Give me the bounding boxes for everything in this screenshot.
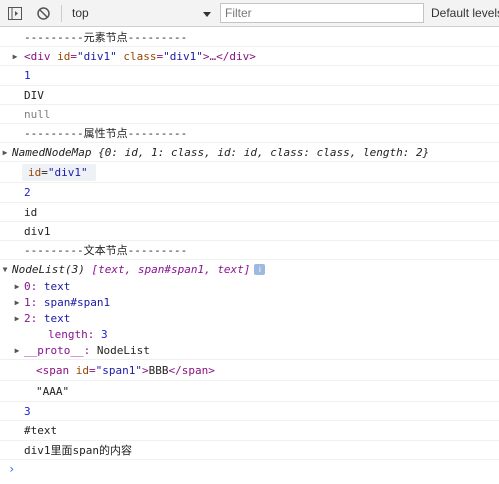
console-message: ▼ NodeList(3) [text, span#span1, text] i bbox=[0, 260, 499, 279]
log-text: id bbox=[24, 205, 38, 219]
console-message: 3 bbox=[0, 402, 499, 422]
log-text: #text bbox=[24, 424, 58, 438]
console-message: <span id="span1">BBB</span> bbox=[0, 360, 499, 382]
collapse-arrow-icon[interactable]: ▼ bbox=[0, 260, 10, 279]
console-message: id="div1" bbox=[0, 162, 499, 184]
tree-child: ▶ 2: text bbox=[0, 311, 499, 327]
expand-arrow-icon[interactable]: ▶ bbox=[12, 279, 22, 295]
tree-child: ▶ 1: span#span1 bbox=[0, 295, 499, 311]
tree-child: ▶ __proto__: NodeList bbox=[0, 343, 499, 361]
log-text: DIV bbox=[24, 88, 44, 102]
console-message: ---------属性节点--------- bbox=[0, 124, 499, 144]
log-text: ---------属性节点--------- bbox=[24, 126, 188, 140]
dropdown-arrow-icon bbox=[202, 8, 212, 18]
log-text: div1里面span的内容 bbox=[24, 443, 132, 457]
expand-arrow-icon[interactable]: ▶ bbox=[10, 47, 20, 65]
element-preview[interactable]: <div id="div1" class="div1">…</div> bbox=[24, 50, 256, 63]
log-text: ---------元素节点--------- bbox=[24, 31, 188, 44]
console-messages: ---------元素节点--------- ▶ <div id="div1" … bbox=[0, 28, 499, 479]
object-preview[interactable]: NodeList(3) [text, span#span1, text] bbox=[12, 263, 250, 276]
text-node[interactable]: "AAA" bbox=[36, 385, 69, 398]
expand-arrow-icon[interactable]: ▶ bbox=[12, 295, 22, 311]
prompt-chevron-icon: › bbox=[8, 461, 16, 476]
console-message: ---------文本节点--------- bbox=[0, 241, 499, 261]
expand-arrow-icon[interactable]: ▶ bbox=[12, 311, 22, 327]
attribute-node[interactable]: id="div1" bbox=[22, 164, 96, 182]
context-label: top bbox=[72, 6, 89, 20]
clear-console-icon[interactable] bbox=[35, 5, 51, 21]
console-message: div1里面span的内容 bbox=[0, 441, 499, 460]
expand-arrow-icon[interactable]: ▶ bbox=[12, 343, 22, 359]
console-message: id bbox=[0, 203, 499, 222]
console-prompt[interactable]: › bbox=[0, 460, 499, 479]
console-message: 2 bbox=[0, 183, 499, 203]
console-message: 1 bbox=[0, 66, 499, 86]
expand-arrow-icon[interactable]: ▶ bbox=[0, 143, 10, 161]
log-number: 2 bbox=[24, 186, 31, 200]
log-number: 3 bbox=[24, 405, 31, 419]
tree-child: ▶ 0: text bbox=[0, 279, 499, 295]
console-toolbar: top Default levels bbox=[0, 0, 499, 27]
filter-input[interactable] bbox=[220, 3, 424, 23]
console-message: div1 bbox=[0, 222, 499, 241]
object-preview[interactable]: NamedNodeMap {0: id, 1: class, id: id, c… bbox=[12, 146, 429, 159]
console-message: ---------元素节点--------- bbox=[0, 28, 499, 48]
console-message: "AAA" bbox=[0, 381, 499, 403]
log-null: null bbox=[24, 107, 51, 121]
tree-child: length: 3 bbox=[48, 328, 108, 342]
log-number: 1 bbox=[24, 69, 31, 83]
console-message: #text bbox=[0, 421, 499, 441]
log-levels-dropdown[interactable]: Default levels bbox=[431, 6, 499, 20]
console-message: ▶ <div id="div1" class="div1">…</div> bbox=[0, 47, 499, 67]
console-message: null bbox=[0, 105, 499, 124]
log-text: ---------文本节点--------- bbox=[24, 243, 188, 257]
log-text: div1 bbox=[24, 224, 51, 238]
context-selector[interactable]: top bbox=[72, 0, 212, 27]
toggle-sidebar-icon[interactable] bbox=[7, 5, 23, 21]
element-preview[interactable]: <span id="span1">BBB</span> bbox=[36, 364, 215, 377]
console-message: DIV bbox=[0, 86, 499, 105]
console-message: ▶ NamedNodeMap {0: id, 1: class, id: id,… bbox=[0, 143, 499, 163]
info-icon[interactable]: i bbox=[254, 264, 266, 276]
toolbar-separator bbox=[61, 4, 62, 22]
